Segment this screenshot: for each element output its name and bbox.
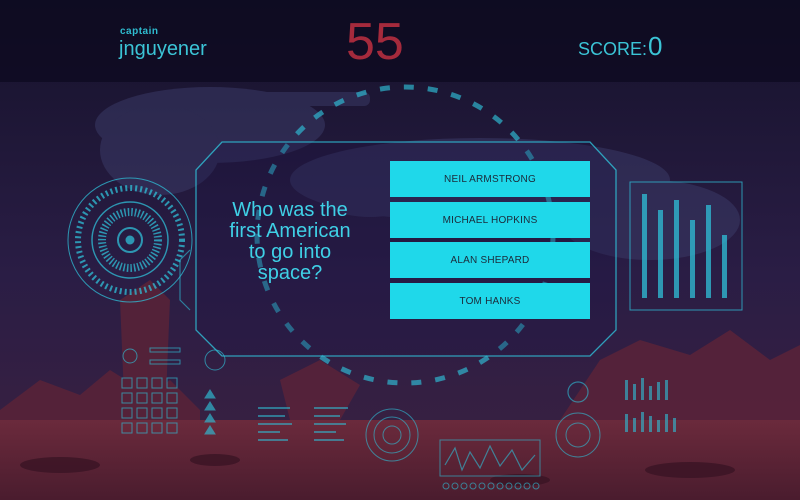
countdown-timer: 55 xyxy=(346,13,404,71)
answer-button-3[interactable]: ALAN SHEPARD xyxy=(390,242,590,278)
score-value: 0 xyxy=(648,31,663,61)
question-line: Who was the xyxy=(232,199,348,221)
score-label: SCORE: xyxy=(578,39,648,59)
answer-button-1[interactable]: NEIL ARMSTRONG xyxy=(390,161,590,197)
question-line: space? xyxy=(257,262,323,284)
score-display: SCORE: 0 xyxy=(578,31,662,62)
captain-label: captain xyxy=(120,26,159,37)
player-name: jnguyener xyxy=(119,38,207,60)
question-line: to go into xyxy=(248,241,332,263)
question-line: first American xyxy=(229,220,351,242)
answer-button-2[interactable]: MICHAEL HOPKINS xyxy=(390,202,590,238)
question-text: Who was the first American to go into sp… xyxy=(218,200,362,284)
answer-button-4[interactable]: TOM HANKS xyxy=(390,283,590,319)
